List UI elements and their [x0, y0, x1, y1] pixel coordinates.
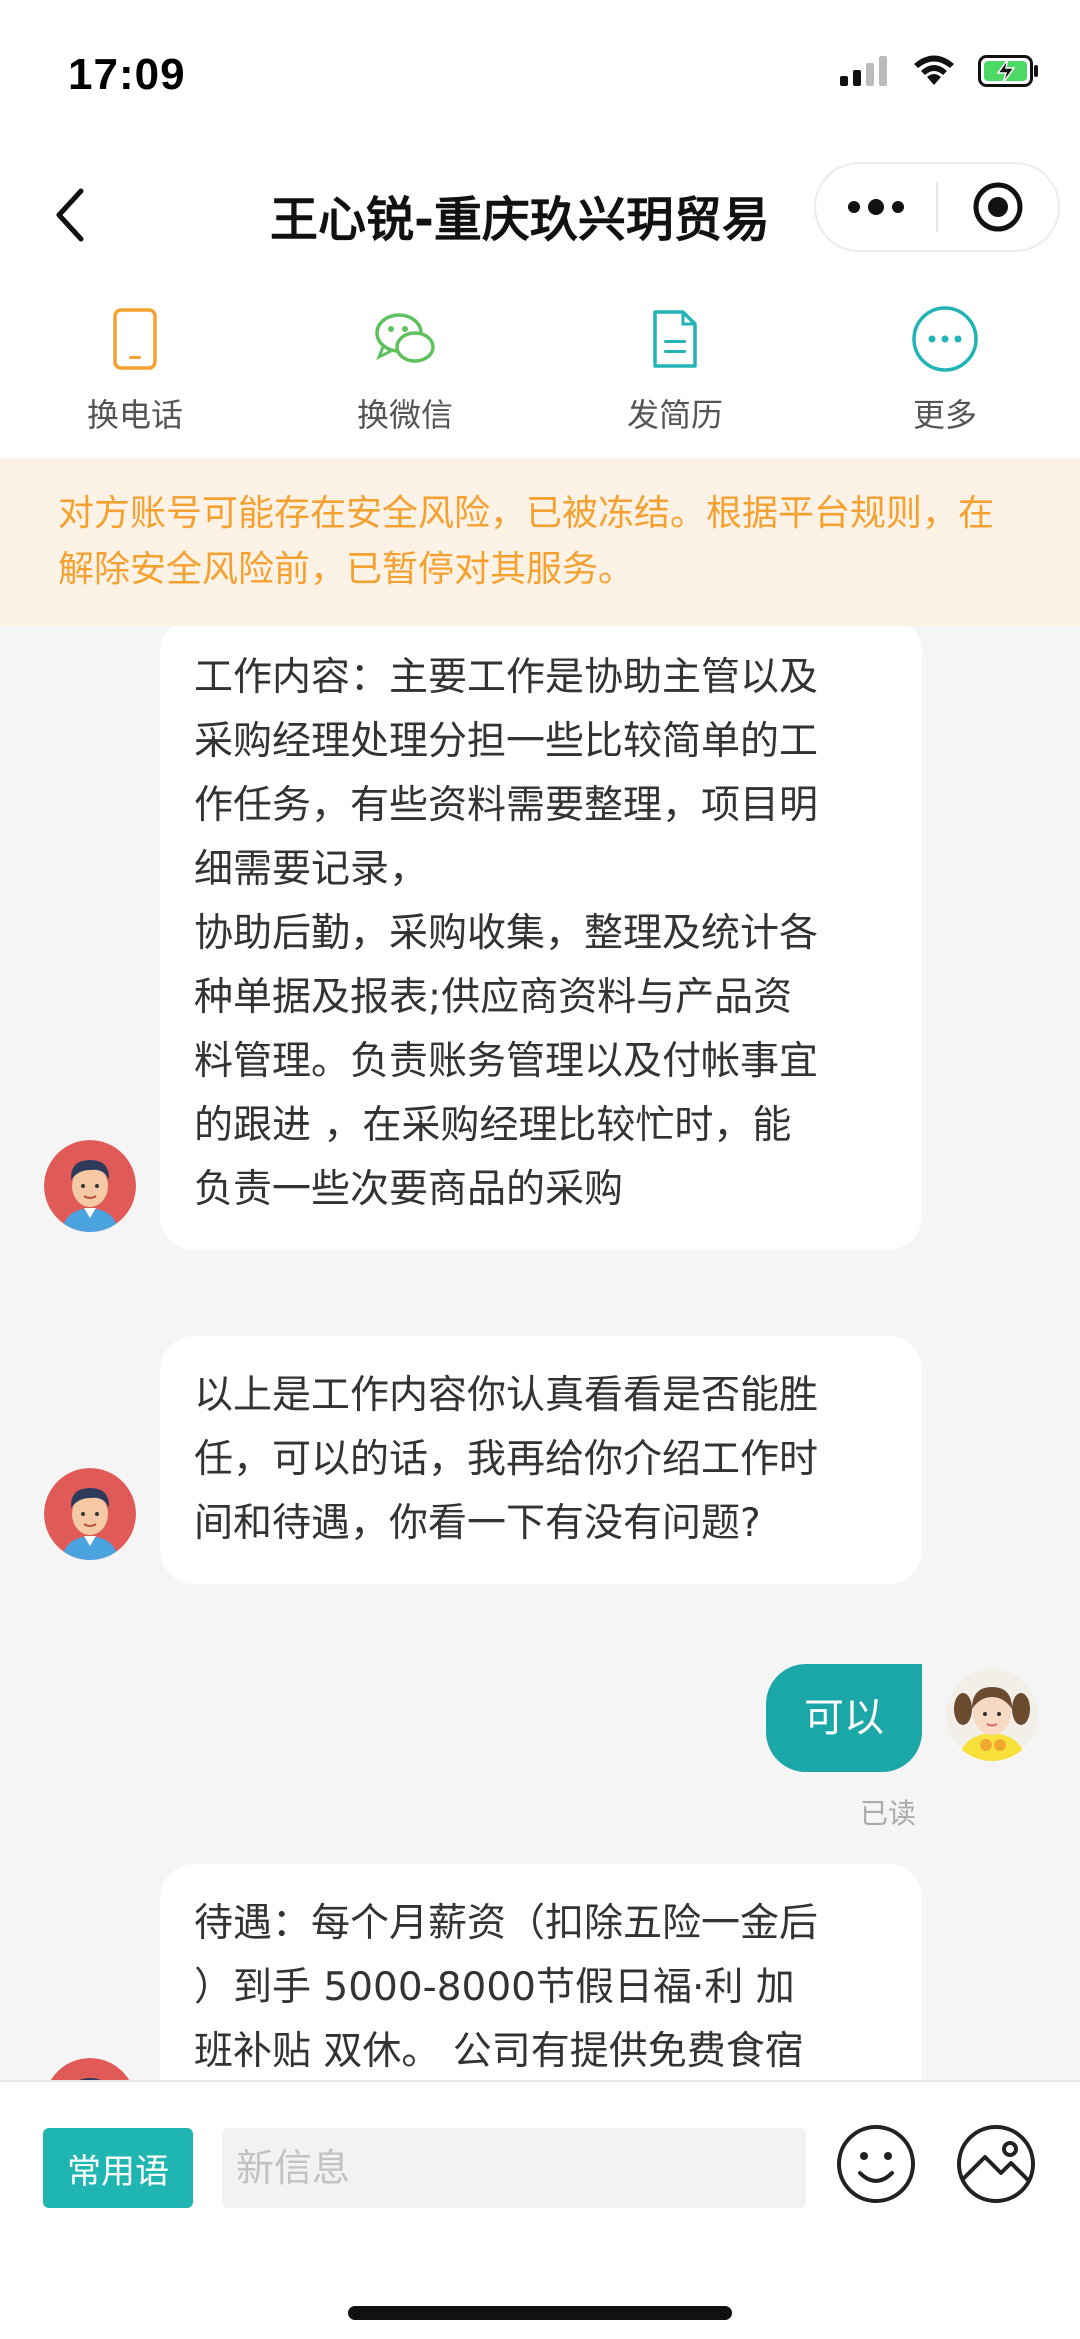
action-label: 换电话	[86, 396, 183, 434]
message-line: ）到手 5000-8000节假日福·利 加	[194, 1965, 795, 2010]
send-image-button[interactable]	[955, 2123, 1037, 2205]
message-bubble-received: 以上是工作内容你认真看看是否能胜 任，可以的话，我再给你介绍工作时 间和待遇，你…	[160, 1336, 922, 1584]
home-indicator[interactable]	[348, 2306, 732, 2320]
message-input[interactable]	[222, 2128, 806, 2208]
chat-screen: 17:09 王心锐-重庆玖兴玥贸易 换电话 换微信 发简历 更多 对方账号可能存…	[0, 0, 1080, 2339]
navigation-bar: 王心锐-重庆玖兴玥贸易	[0, 150, 1080, 290]
phone-icon	[100, 304, 170, 374]
message-line: 的跟进 ，在采购经理比较忙时，能	[194, 1103, 792, 1148]
recruiter-avatar[interactable]	[44, 2058, 136, 2080]
message-line: 负责一些次要商品的采购	[194, 1167, 624, 1212]
recruiter-avatar[interactable]	[44, 1468, 136, 1560]
action-label: 换微信	[356, 396, 453, 434]
exchange-phone-button[interactable]: 换电话	[0, 290, 270, 458]
message-line: 作任务，有些资料需要整理，项目明	[194, 783, 819, 828]
action-label: 发简历	[626, 396, 723, 434]
page-title: 王心锐-重庆玖兴玥贸易	[270, 192, 770, 248]
recruiter-avatar[interactable]	[44, 1140, 136, 1232]
send-resume-button[interactable]: 发简历	[540, 290, 810, 458]
message-line: 料管理。负责账务管理以及付帐事宜	[194, 1039, 819, 1084]
quick-action-row: 换电话 换微信 发简历 更多	[0, 290, 1080, 458]
battery-charging-icon	[978, 55, 1038, 87]
more-options-button[interactable]	[816, 164, 936, 250]
message-line: 工作内容：主要工作是协助主管以及	[194, 655, 819, 700]
message-input-bar: 常用语	[0, 2080, 1080, 2240]
image-gallery-icon	[957, 2125, 1035, 2203]
message-line: 采购经理处理分担一些比较简单的工	[194, 719, 819, 764]
chevron-left-icon	[56, 188, 84, 242]
more-actions-button[interactable]: 更多	[810, 290, 1080, 458]
message-line: 细需要记录，	[194, 847, 429, 892]
message-line: 间和待遇，你看一下有没有问题?	[194, 1501, 761, 1546]
user-avatar[interactable]	[946, 1669, 1038, 1761]
security-warning-banner: 对方账号可能存在安全风险，已被冻结。根据平台规则，在解除安全风险前，已暂停对其服…	[0, 458, 1080, 626]
read-status: 已读	[859, 1797, 916, 1830]
message-line: 任，可以的话，我再给你介绍工作时	[194, 1437, 819, 1482]
exchange-wechat-button[interactable]: 换微信	[270, 290, 540, 458]
action-label: 更多	[912, 396, 977, 434]
more-icon	[910, 304, 980, 374]
common-phrases-button[interactable]: 常用语	[43, 2128, 193, 2208]
message-line: 种单据及报表;供应商资料与产品资	[194, 975, 793, 1020]
message-line: 协助后勤，采购收集，整理及统计各	[194, 911, 819, 956]
message-bubble-received: 工作内容：主要工作是协助主管以及 采购经理处理分担一些比较简单的工 作任务，有些…	[160, 626, 922, 1250]
mini-program-capsule	[814, 162, 1060, 252]
message-line: 班补贴 双休。 公司有提供免费食宿	[194, 2029, 804, 2074]
home-indicator-area	[0, 2240, 1080, 2339]
status-bar: 17:09	[0, 0, 1080, 150]
target-circle-icon	[973, 182, 1023, 232]
status-icons	[840, 55, 1040, 87]
emoji-button[interactable]	[835, 2123, 917, 2205]
message-bubble-sent: 可以	[766, 1664, 922, 1772]
back-button[interactable]	[40, 180, 100, 250]
wechat-icon	[370, 304, 440, 374]
message-line: 以上是工作内容你认真看看是否能胜	[194, 1373, 819, 1418]
resume-icon	[640, 304, 710, 374]
close-program-button[interactable]	[938, 164, 1058, 250]
message-line: 待遇：每个月薪资（扣除五险一金后	[194, 1901, 819, 1946]
chat-message-list[interactable]: 工作内容：主要工作是协助主管以及 采购经理处理分担一些比较简单的工 作任务，有些…	[0, 626, 1080, 2080]
cellular-signal-icon	[840, 56, 887, 86]
more-dots-icon	[848, 199, 904, 215]
message-bubble-received: 待遇：每个月薪资（扣除五险一金后 ）到手 5000-8000节假日福·利 加 班…	[160, 1864, 922, 2080]
wifi-icon	[914, 55, 954, 85]
emoji-smile-icon	[837, 2125, 915, 2203]
status-time: 17:09	[68, 50, 186, 99]
